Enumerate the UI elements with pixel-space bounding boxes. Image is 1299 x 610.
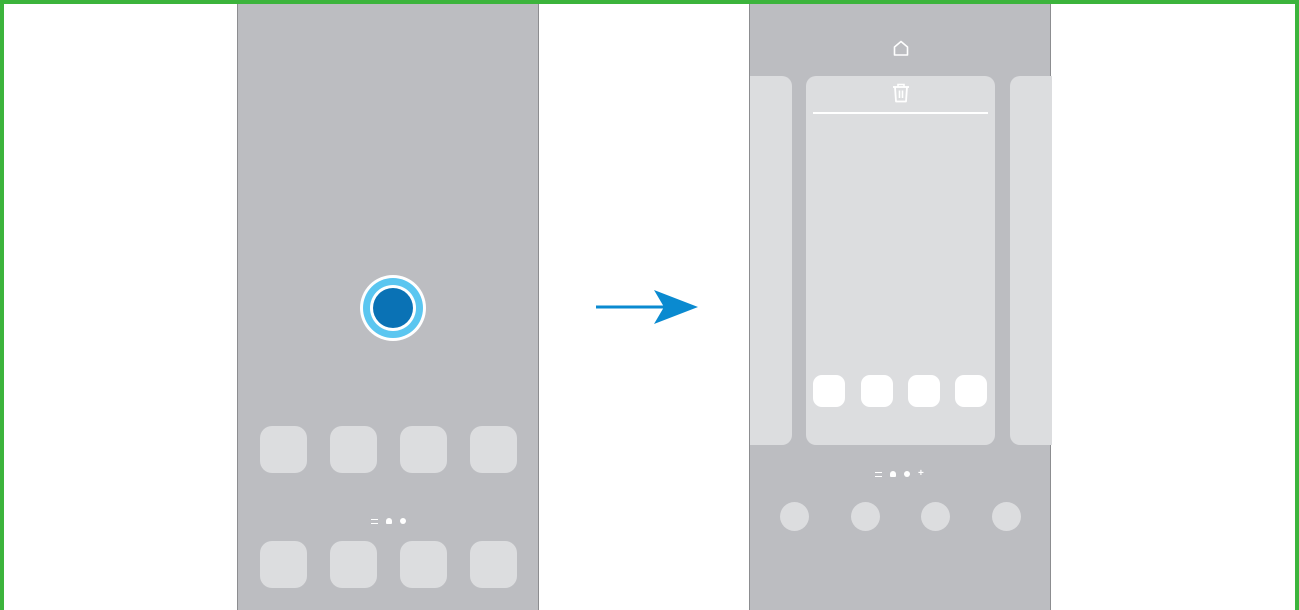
trash-icon[interactable] (891, 82, 911, 104)
app-icon[interactable] (861, 375, 893, 407)
app-icon[interactable] (260, 541, 307, 588)
panel-divider (813, 112, 988, 114)
app-icon[interactable] (470, 426, 517, 473)
side-page-preview-left[interactable] (750, 76, 792, 445)
transition-arrow-icon (596, 290, 698, 324)
add-page-icon[interactable]: + (918, 469, 924, 479)
home-page-indicator-icon (890, 471, 896, 477)
app-icon[interactable] (330, 541, 377, 588)
home-page-indicator-icon (386, 518, 392, 524)
app-icon[interactable] (400, 541, 447, 588)
dock-item[interactable] (780, 502, 809, 531)
app-icon[interactable] (955, 375, 987, 407)
phone-screen-edit-mode: + (749, 4, 1052, 610)
app-icon[interactable] (908, 375, 940, 407)
app-icon[interactable] (330, 426, 377, 473)
app-icon[interactable] (470, 541, 517, 588)
page-dot-icon (400, 518, 406, 524)
dock-item[interactable] (851, 502, 880, 531)
dock-item[interactable] (992, 502, 1021, 531)
page-list-indicator-icon (875, 471, 882, 477)
page-dot-icon (904, 471, 910, 477)
long-press-indicator (360, 275, 426, 341)
dock-item[interactable] (921, 502, 950, 531)
home-page-preview[interactable] (806, 76, 995, 445)
phone-screen-before (237, 4, 539, 610)
page-indicator (371, 518, 406, 524)
page-indicator: + (875, 469, 924, 479)
app-icon[interactable] (260, 426, 307, 473)
page-list-indicator-icon (371, 518, 378, 524)
side-page-preview-right[interactable] (1010, 76, 1052, 445)
home-icon[interactable] (892, 39, 910, 57)
app-icon[interactable] (400, 426, 447, 473)
app-icon[interactable] (813, 375, 845, 407)
